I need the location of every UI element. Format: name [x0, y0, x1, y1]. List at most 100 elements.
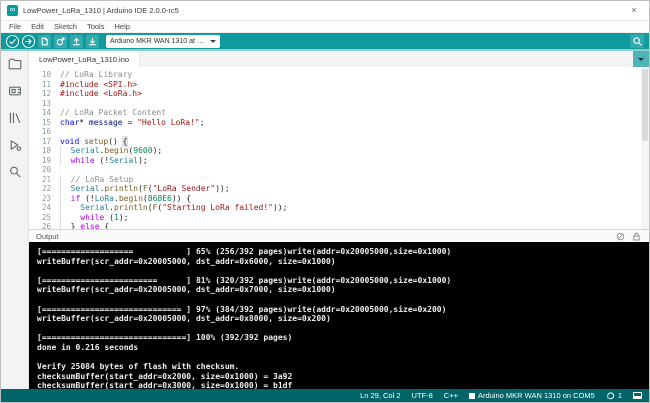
console-line: [============================= ] 97% (38… [37, 305, 649, 315]
code-text: Serial.println(F("LoRa Sender")); [51, 184, 230, 194]
code-line-20[interactable]: 20 [29, 165, 649, 175]
menu-help[interactable]: Help [110, 22, 133, 31]
serial-monitor-button[interactable] [630, 34, 644, 48]
code-text [51, 99, 65, 109]
sidebar-item-sketchbook[interactable] [7, 56, 23, 72]
code-line-15[interactable]: 15char* message = "Hello LoRa!"; [29, 118, 649, 128]
console-line: writeBuffer(scr_addr=0x20005000, dst_add… [37, 285, 649, 295]
editor-column: LowPower_LoRa_1310.ino 10// LoRa Library… [29, 51, 649, 389]
line-number: 20 [29, 165, 51, 175]
code-line-11[interactable]: 11#include <SPI.h> [29, 80, 649, 90]
output-panel-title: Output [36, 232, 59, 241]
code-text: Serial.println(F("Starting LoRa failed!"… [51, 203, 287, 213]
window-controls: × [573, 6, 643, 16]
code-editor[interactable]: 10// LoRa Library11#include <SPI.h>12#in… [29, 67, 649, 229]
editor-scrollbar-thumb[interactable] [642, 69, 648, 141]
status-board-selector[interactable]: Arduino MKR WAN 1310 on COM5 [469, 391, 595, 400]
line-number: 18 [29, 146, 51, 156]
clear-output-button[interactable] [615, 231, 626, 242]
activity-sidebar [1, 51, 29, 389]
tab-sketch[interactable]: LowPower_LoRa_1310.ino [29, 51, 140, 67]
sidebar-item-search[interactable] [7, 164, 23, 180]
console-line: checksumBuffer(start_addr=0x2000, size=0… [37, 372, 649, 382]
scroll-lock-button[interactable] [631, 231, 642, 242]
sidebar-item-debug[interactable] [7, 137, 23, 153]
code-line-14[interactable]: 14// LoRa Packet Content [29, 108, 649, 118]
sync-icon [606, 391, 615, 400]
arduino-ide-window: ∞ LowPower_LoRa_1310 | Arduino IDE 2.0.0… [0, 0, 650, 403]
sidebar-item-boards-manager[interactable] [7, 83, 23, 99]
tab-bar-spacer [140, 51, 633, 67]
code-text: #include <SPI.h> [51, 80, 137, 90]
code-text: // LoRa Setup [51, 175, 133, 185]
toolbar: Arduino MKR WAN 1310 at C... [1, 33, 649, 51]
clear-output-icon [615, 231, 626, 242]
minimize-button[interactable] [573, 6, 583, 16]
line-number: 17 [29, 137, 51, 147]
menu-file[interactable]: File [5, 22, 25, 31]
code-line-19[interactable]: 19 while (!Serial); [29, 156, 649, 166]
editor-options-dropdown-button[interactable] [633, 51, 649, 67]
code-text: char* message = "Hello LoRa!"; [51, 118, 205, 128]
save-button[interactable] [86, 35, 99, 48]
code-line-17[interactable]: 17void setup() { [29, 137, 649, 147]
status-bar: Ln 29, Col 2 UTF-8 C++ Arduino MKR WAN 1… [1, 389, 649, 402]
toolbar-buttons [6, 35, 99, 48]
console-line [37, 324, 649, 334]
magnifier-icon [632, 36, 643, 47]
line-number: 26 [29, 222, 51, 229]
encoding-indicator: UTF-8 [412, 391, 433, 400]
open-button[interactable] [70, 35, 83, 48]
close-button[interactable]: × [629, 6, 639, 16]
board-chip-icon [469, 393, 475, 399]
board-selector-dropdown[interactable]: Arduino MKR WAN 1310 at C... [106, 35, 220, 48]
console-line [37, 353, 649, 363]
code-line-10[interactable]: 10// LoRa Library [29, 70, 649, 80]
code-text: while (1); [51, 213, 128, 223]
code-line-25[interactable]: 25 while (1); [29, 213, 649, 223]
language-indicator: C++ [444, 391, 458, 400]
editor-scrollbar[interactable] [641, 67, 649, 229]
code-line-23[interactable]: 23 if (!LoRa.begin(868E6)) { [29, 194, 649, 204]
verify-button[interactable] [6, 35, 19, 48]
menu-edit[interactable]: Edit [27, 22, 48, 31]
code-line-13[interactable]: 13 [29, 99, 649, 109]
line-number: 19 [29, 156, 51, 166]
line-number: 16 [29, 127, 51, 137]
console-line: writeBuffer(scr_addr=0x20005000, dst_add… [37, 314, 649, 324]
code-line-16[interactable]: 16 [29, 127, 649, 137]
upload-button[interactable] [22, 35, 35, 48]
menu-sketch[interactable]: Sketch [50, 22, 81, 31]
line-number: 25 [29, 213, 51, 223]
code-text [51, 165, 65, 175]
line-number: 24 [29, 203, 51, 213]
console-line: writeBuffer(scr_addr=0x20005000, dst_add… [37, 257, 649, 267]
output-console: [=================== ] 65% (256/392 page… [29, 242, 649, 389]
code-line-12[interactable]: 12#include <LoRa.h> [29, 89, 649, 99]
maximize-button[interactable] [601, 6, 611, 16]
code-line-26[interactable]: 26 } else { [29, 222, 649, 229]
code-line-22[interactable]: 22 Serial.println(F("LoRa Sender")); [29, 184, 649, 194]
code-text: #include <LoRa.h> [51, 89, 142, 99]
main-area: LowPower_LoRa_1310.ino 10// LoRa Library… [1, 51, 649, 389]
cursor-position: Ln 29, Col 2 [360, 391, 400, 400]
line-number: 11 [29, 80, 51, 90]
line-number: 12 [29, 89, 51, 99]
debug-button[interactable] [54, 35, 67, 48]
chevron-down-icon [210, 40, 216, 43]
console-line: Verify 25084 bytes of flash with checksu… [37, 362, 649, 372]
notifications-button[interactable]: 1 [606, 391, 622, 400]
sidebar-item-library-manager[interactable] [7, 110, 23, 126]
line-number: 21 [29, 175, 51, 185]
console-line: checksumBuffer(start_addr=0x3000, size=0… [37, 381, 649, 389]
code-line-18[interactable]: 18 Serial.begin(9600); [29, 146, 649, 156]
code-line-21[interactable]: 21 // LoRa Setup [29, 175, 649, 185]
output-panel-header: Output [29, 229, 649, 242]
new-sketch-button[interactable] [38, 35, 51, 48]
code-line-24[interactable]: 24 Serial.println(F("Starting LoRa faile… [29, 203, 649, 213]
menu-tools[interactable]: Tools [83, 22, 109, 31]
toggle-panel-button[interactable] [633, 392, 642, 399]
console-line: done in 0.216 seconds [37, 343, 649, 353]
arduino-app-icon: ∞ [7, 5, 18, 16]
code-text: if (!LoRa.begin(868E6)) { [51, 194, 191, 204]
